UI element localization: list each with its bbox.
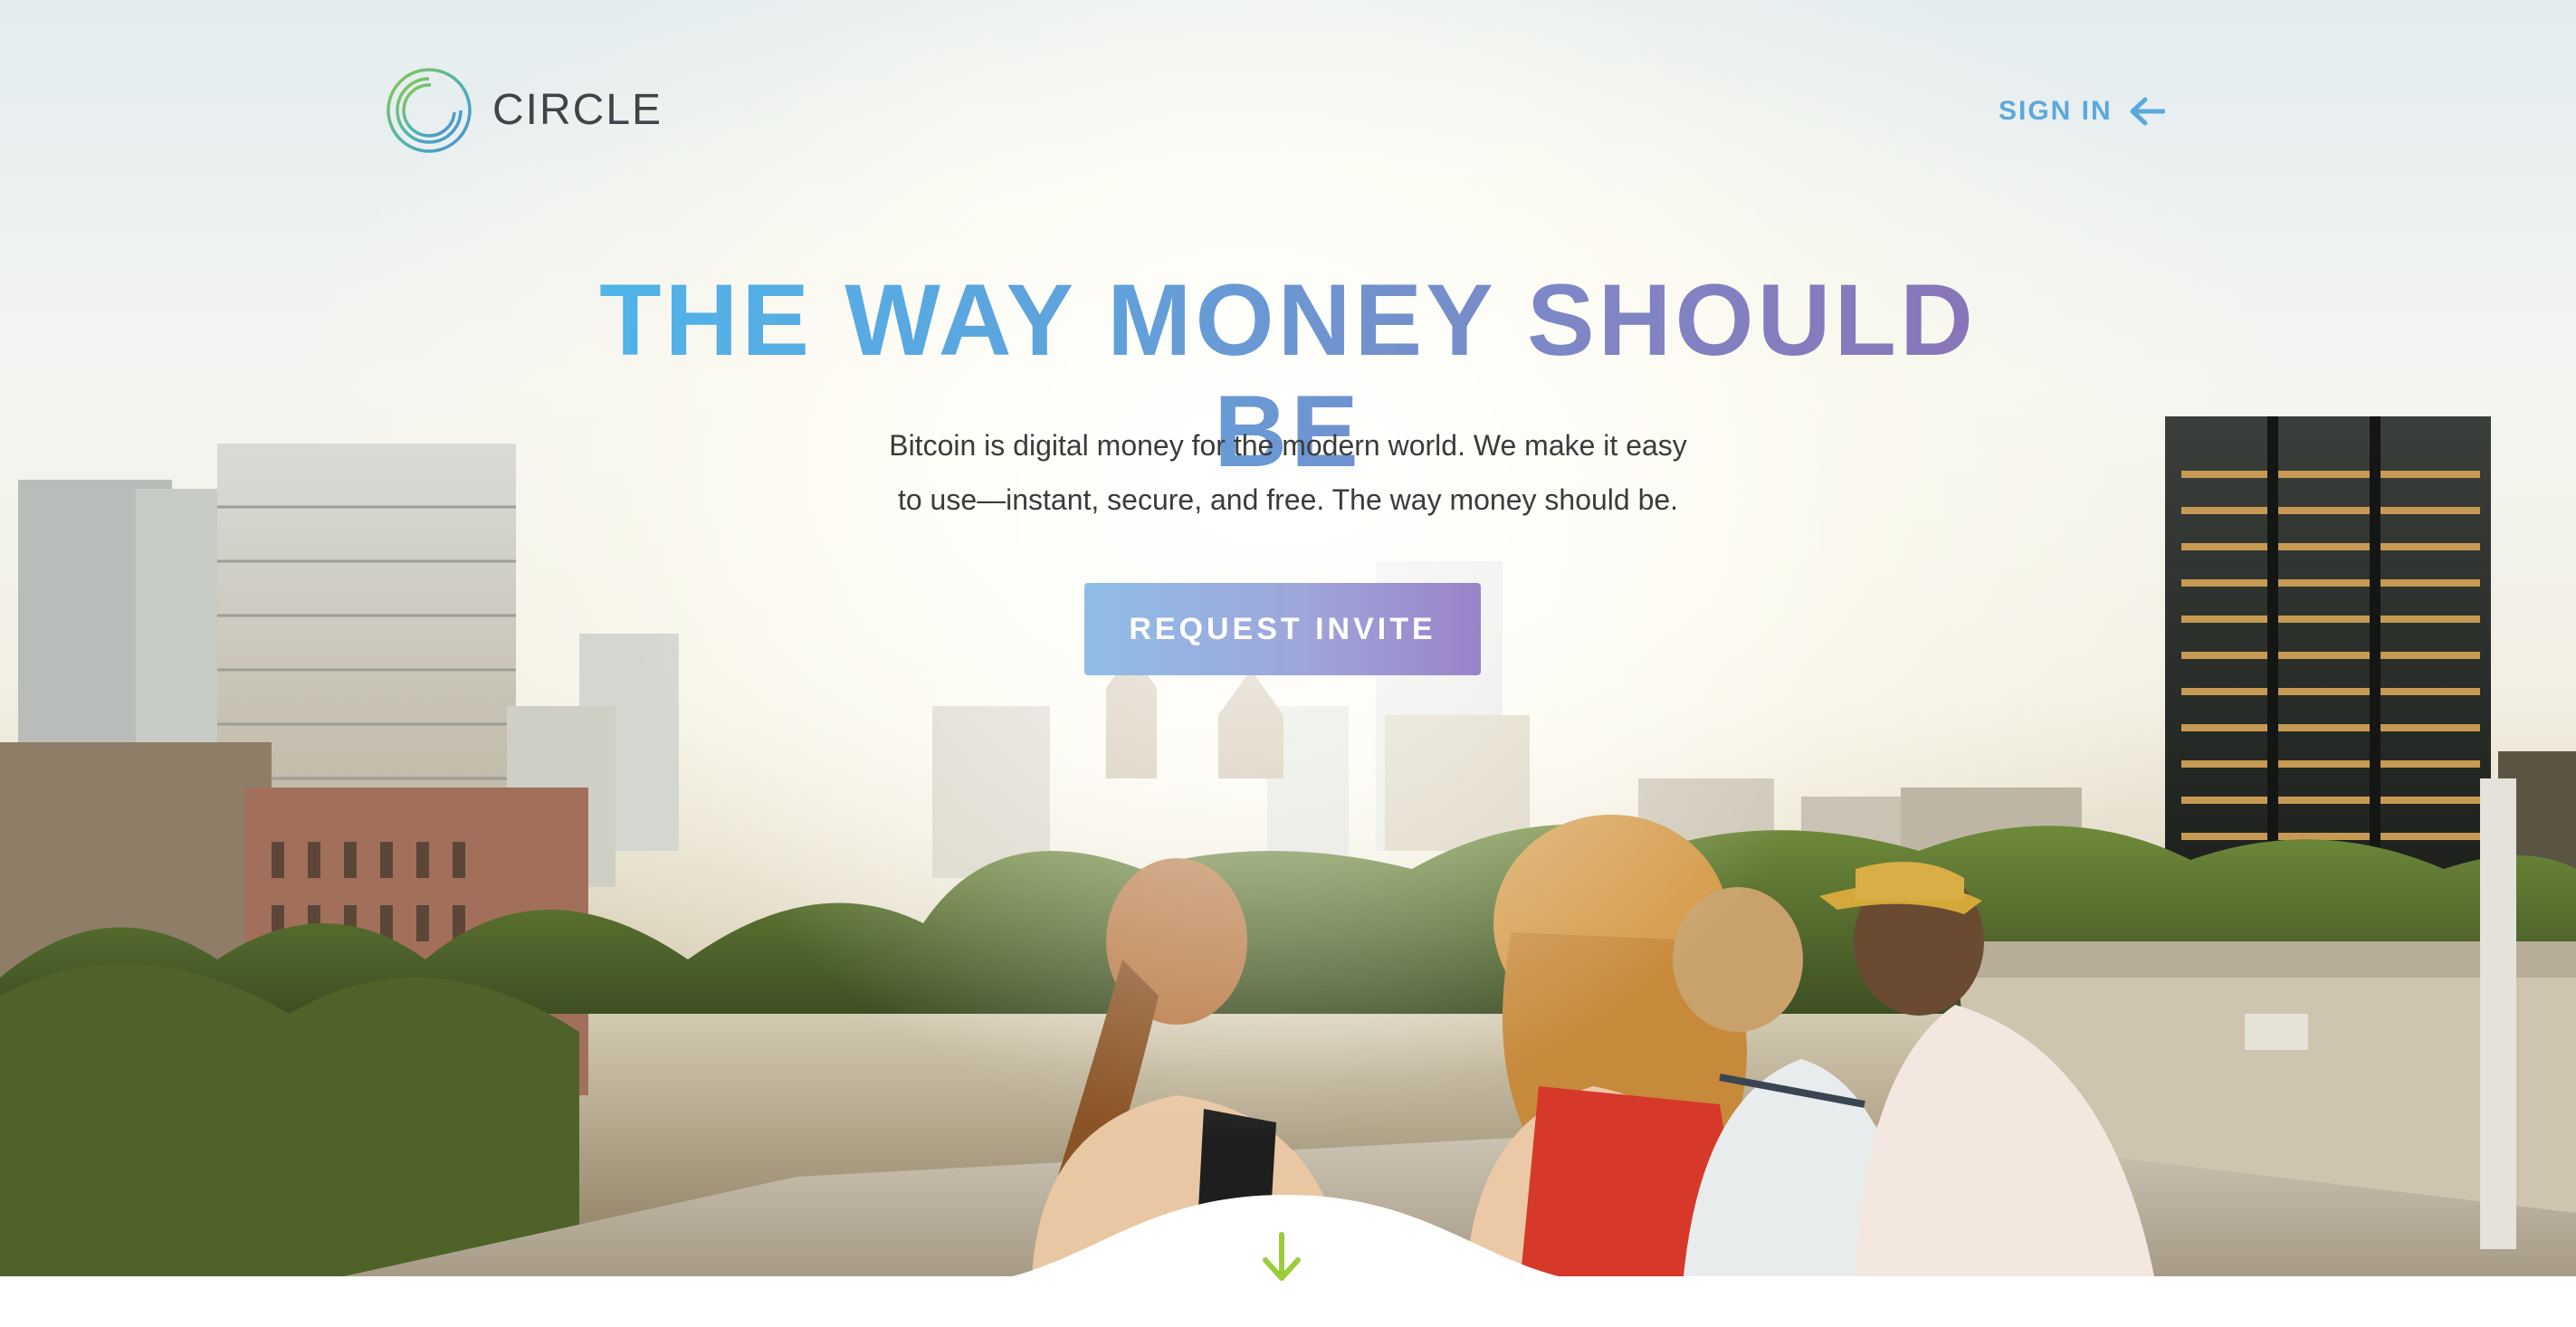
arrow-down-icon[interactable]	[1260, 1231, 1303, 1284]
hero-subtext: Bitcoin is digital money for the modern …	[745, 418, 1831, 527]
brand-name: CIRCLE	[492, 86, 663, 134]
brand-logo[interactable]: CIRCLE	[384, 65, 663, 156]
sign-in-label: SIGN IN	[1999, 96, 2113, 126]
hero-section: CIRCLE SIGN IN THE WAY MONEY SHOULD BE B…	[0, 0, 2576, 1276]
hero-subtext-line-2: to use—instant, secure, and free. The wa…	[897, 483, 1679, 516]
sign-in-link[interactable]: SIGN IN	[1999, 96, 2165, 127]
request-invite-button[interactable]: REQUEST INVITE	[1084, 583, 1481, 675]
hero-subtext-line-1: Bitcoin is digital money for the modern …	[889, 429, 1687, 462]
circle-logo-icon	[386, 68, 472, 153]
arrow-left-icon	[2130, 97, 2165, 126]
